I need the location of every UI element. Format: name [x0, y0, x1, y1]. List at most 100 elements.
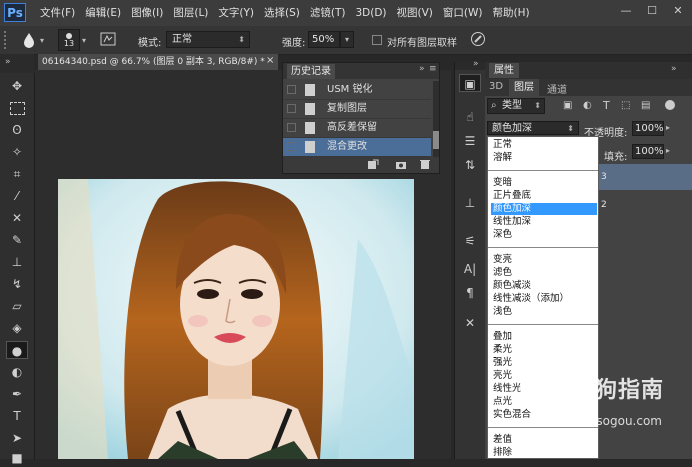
- blend-mode-option[interactable]: 差值: [491, 434, 597, 446]
- history-item[interactable]: 混合更改: [283, 138, 431, 157]
- crop-tool-icon[interactable]: ⌗: [6, 165, 28, 183]
- blend-mode-option[interactable]: 线性减淡（添加）: [491, 293, 597, 305]
- brush-preset-picker[interactable]: 13: [58, 29, 80, 51]
- tab-3d[interactable]: 3D: [489, 81, 503, 92]
- menu-item[interactable]: 帮助(H): [489, 0, 536, 26]
- menu-item[interactable]: 窗口(W): [439, 0, 489, 26]
- document-tab-close-icon[interactable]: ×: [266, 55, 274, 66]
- blend-mode-option[interactable]: 颜色加深: [491, 203, 597, 215]
- clone-stamp-tool-icon[interactable]: ⊥: [6, 253, 28, 271]
- magic-wand-tool-icon[interactable]: ✧: [6, 143, 28, 161]
- pressure-icon[interactable]: [470, 31, 486, 47]
- history-source-checkbox[interactable]: [287, 85, 296, 94]
- close-button[interactable]: ✕: [668, 3, 688, 19]
- history-item[interactable]: 高反差保留: [283, 119, 431, 138]
- properties-tab[interactable]: 属性: [489, 63, 519, 78]
- new-snapshot-icon[interactable]: [395, 159, 407, 170]
- eraser-tool-icon[interactable]: ▱: [6, 297, 28, 315]
- brush-panel-icon[interactable]: [100, 31, 116, 47]
- trash-icon[interactable]: [419, 159, 431, 170]
- history-source-checkbox[interactable]: [287, 123, 296, 132]
- menu-item[interactable]: 视图(V): [393, 0, 439, 26]
- history-tab[interactable]: 历史记录: [287, 64, 335, 79]
- maximize-button[interactable]: ☐: [642, 3, 662, 19]
- menu-item[interactable]: 图层(L): [169, 0, 214, 26]
- panel-menu-icon[interactable]: ≡: [429, 64, 437, 74]
- paint-bucket-tool-icon[interactable]: ◈: [6, 319, 28, 337]
- brush-chevron-icon[interactable]: ▾: [82, 36, 86, 45]
- strength-input[interactable]: 50%: [308, 31, 340, 48]
- new-document-from-state-icon[interactable]: [367, 159, 379, 170]
- levels-panel-icon[interactable]: ⇅: [459, 156, 481, 174]
- history-item[interactable]: 复制图层: [283, 100, 431, 119]
- filter-toggle-icon[interactable]: [665, 100, 675, 110]
- tool-presets-panel-icon[interactable]: ✕: [459, 314, 481, 332]
- collapse-panel-icon[interactable]: »: [671, 64, 677, 74]
- blend-mode-option[interactable]: 溶解: [491, 152, 597, 164]
- menu-item[interactable]: 滤镜(T): [306, 0, 352, 26]
- blur-tool-icon[interactable]: ●: [6, 341, 28, 359]
- filter-type-icon[interactable]: T: [603, 99, 610, 112]
- blend-mode-option[interactable]: 颜色减淡: [491, 280, 597, 292]
- history-source-checkbox[interactable]: [287, 142, 296, 151]
- document-tab[interactable]: 06164340.psd @ 66.7% (图层 0 副本 3, RGB/8#)…: [38, 54, 278, 70]
- strength-dropdown-button[interactable]: ▾: [340, 31, 354, 48]
- blend-mode-option[interactable]: 强光: [491, 357, 597, 369]
- blend-mode-option[interactable]: 排除: [491, 447, 597, 459]
- dodge-tool-icon[interactable]: ◐: [6, 363, 28, 381]
- lasso-tool-icon[interactable]: ʘ: [6, 121, 28, 139]
- collapse-toolbar-icon[interactable]: »: [5, 57, 11, 67]
- blend-mode-option[interactable]: 叠加: [491, 331, 597, 343]
- type-tool-icon[interactable]: T: [6, 407, 28, 425]
- fill-input[interactable]: 100%: [632, 144, 664, 159]
- menu-item[interactable]: 选择(S): [260, 0, 306, 26]
- blend-mode-option[interactable]: 变亮: [491, 254, 597, 266]
- opacity-slider-chevron-icon[interactable]: ▸: [666, 123, 670, 132]
- layer-kind-filter[interactable]: ⌕ 类型 ⬍: [487, 98, 545, 114]
- blend-mode-option[interactable]: 正片叠底: [491, 190, 597, 202]
- character-panel-icon[interactable]: A|: [459, 260, 481, 278]
- menu-item[interactable]: 编辑(E): [81, 0, 127, 26]
- opacity-input[interactable]: 100%: [632, 121, 664, 136]
- actions-panel-icon[interactable]: ☝: [459, 108, 481, 126]
- brush-tool-icon[interactable]: ✎: [6, 231, 28, 249]
- filter-shape-icon[interactable]: ⬚: [621, 100, 630, 111]
- paragraph-panel-icon[interactable]: ¶: [459, 284, 481, 302]
- tab-channels[interactable]: 通道: [547, 81, 567, 96]
- blend-mode-select[interactable]: 颜色加深 ⬍: [487, 121, 579, 135]
- filter-smart-object-icon[interactable]: ▤: [641, 100, 650, 111]
- brush-presets-panel-icon[interactable]: ⚟: [459, 232, 481, 250]
- blur-tool-icon[interactable]: [22, 32, 36, 52]
- blend-mode-option[interactable]: 深色: [491, 229, 597, 241]
- tab-layers[interactable]: 图层: [509, 79, 539, 96]
- layer-row[interactable]: 2: [599, 192, 692, 218]
- sample-all-checkbox[interactable]: [372, 35, 382, 45]
- history-panel-icon[interactable]: ▣: [459, 74, 481, 92]
- rectangle-tool-icon[interactable]: ■: [6, 449, 28, 467]
- menu-item[interactable]: 图像(I): [127, 0, 169, 26]
- fill-slider-chevron-icon[interactable]: ▸: [666, 146, 670, 155]
- history-scrollbar[interactable]: [433, 81, 439, 157]
- pen-tool-icon[interactable]: ✒: [6, 385, 28, 403]
- document-image[interactable]: [58, 179, 414, 459]
- blend-mode-option[interactable]: 变暗: [491, 177, 597, 189]
- minimize-button[interactable]: —: [616, 3, 636, 19]
- blend-mode-option[interactable]: 正常: [491, 139, 597, 151]
- blend-mode-option[interactable]: 浅色: [491, 306, 597, 318]
- healing-brush-tool-icon[interactable]: ✕: [6, 209, 28, 227]
- history-source-checkbox[interactable]: [287, 104, 296, 113]
- history-item[interactable]: USM 锐化: [283, 81, 431, 100]
- eyedropper-tool-icon[interactable]: ⁄: [6, 187, 28, 205]
- blend-mode-option[interactable]: 滤色: [491, 267, 597, 279]
- filter-pixel-icon[interactable]: ▣: [563, 100, 572, 111]
- history-brush-tool-icon[interactable]: ↯: [6, 275, 28, 293]
- adjustments-panel-icon[interactable]: ☰: [459, 132, 481, 150]
- mode-select[interactable]: 正常 ⬍: [166, 31, 250, 48]
- collapse-panel-icon[interactable]: »: [419, 64, 425, 74]
- expand-dock-icon[interactable]: »: [473, 59, 479, 69]
- marquee-tool-icon[interactable]: [6, 99, 28, 117]
- filter-adjustment-icon[interactable]: ◐: [583, 100, 592, 111]
- history-scroll-thumb[interactable]: [433, 131, 439, 149]
- menu-item[interactable]: 文件(F): [36, 0, 81, 26]
- tool-preset-chevron-icon[interactable]: ▾: [40, 36, 44, 45]
